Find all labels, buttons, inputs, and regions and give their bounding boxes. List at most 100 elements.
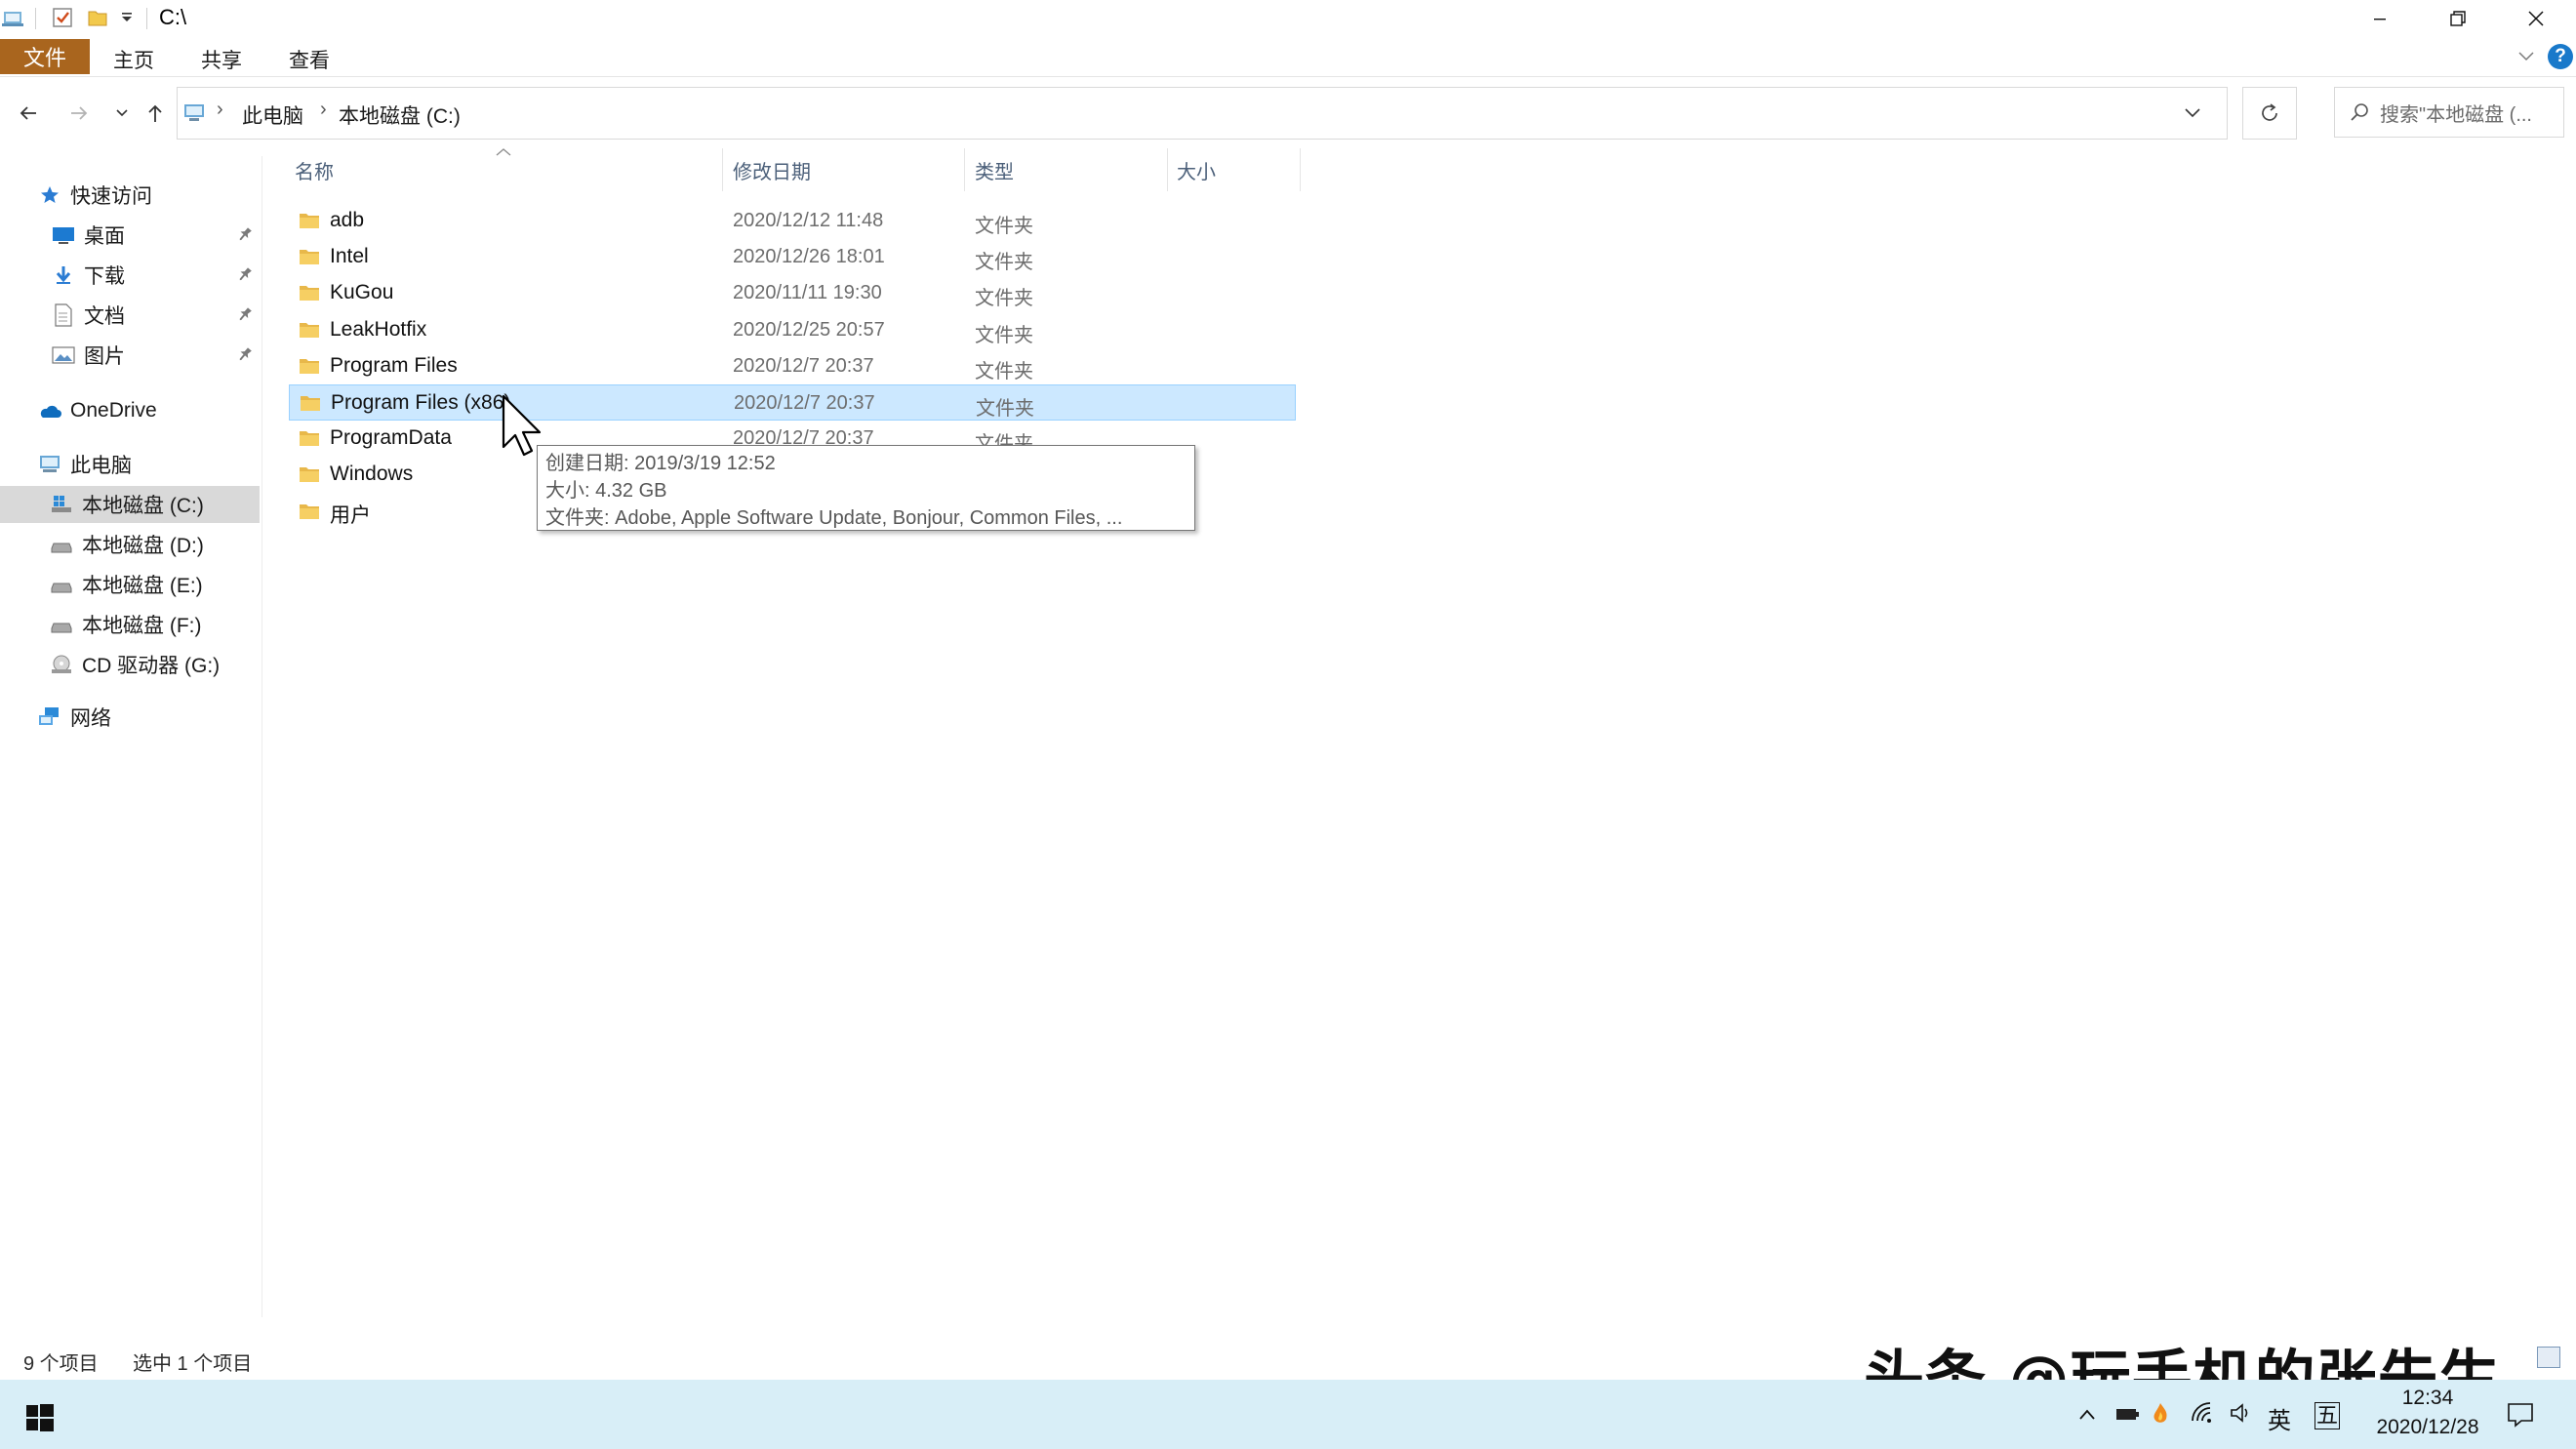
nav-drive-g[interactable]: CD 驱动器 (G:) [0,646,260,683]
forward-button[interactable] [64,94,94,133]
nav-desktop[interactable]: 桌面 [0,217,260,254]
taskbar: 英 五 [0,1380,2576,1449]
ribbon-tab-bar: 文件 主页 共享 查看 [0,37,2576,77]
computer-icon [37,453,62,476]
back-button[interactable] [14,94,43,133]
windows-start-icon[interactable] [25,1403,55,1432]
wifi-icon[interactable] [2190,1401,2215,1425]
column-header-type[interactable]: 类型 [975,156,1014,184]
minimize-button[interactable] [2342,0,2418,37]
nav-this-pc[interactable]: 此电脑 [0,446,260,483]
tab-home[interactable]: 主页 [113,45,154,74]
file-name: LeakHotfix [330,317,427,341]
nav-documents[interactable]: 文档 [0,297,260,334]
file-type: 文件夹 [975,360,1033,382]
pin-icon[interactable] [236,345,254,363]
tooltip-size: 大小: 4.32 GB [545,480,667,502]
file-row[interactable]: Intel 2020/12/26 18:01 文件夹 [289,239,1296,275]
tab-view[interactable]: 查看 [289,45,330,74]
folder-info-tooltip: 创建日期: 2019/3/19 12:52 大小: 4.32 GB 文件夹: A… [537,445,1195,531]
folder-icon [299,464,320,484]
breadcrumb-local-disk-c[interactable]: 本地磁盘 (C:) [339,101,461,130]
file-type: 文件夹 [976,398,1034,420]
hard-drive-icon [49,573,74,596]
nav-drive-d[interactable]: 本地磁盘 (D:) [0,526,260,563]
column-header-size[interactable]: 大小 [1177,156,1216,184]
column-divider[interactable] [1300,148,1301,191]
ime-language-indicator[interactable]: 英 [2268,1401,2291,1435]
pin-icon[interactable] [236,265,254,283]
mouse-pointer-icon [502,394,544,459]
nav-pictures[interactable]: 图片 [0,337,260,374]
recent-locations-chevron-icon[interactable] [107,94,137,133]
nav-label: 网络 [70,707,111,730]
file-row[interactable]: Program Files (x86) 2020/12/7 20:37 文件夹 [289,384,1296,421]
column-divider[interactable] [1167,148,1168,191]
address-history-chevron-icon[interactable] [2182,101,2203,123]
nav-downloads[interactable]: 下载 [0,257,260,294]
nav-drive-c[interactable]: 本地磁盘 (C:) [0,486,260,523]
customize-qat-chevron-icon[interactable] [115,6,139,29]
search-box[interactable]: 搜索"本地磁盘 (... [2334,87,2564,138]
nav-label: 本地磁盘 (C:) [82,495,204,517]
nav-label: 此电脑 [70,455,132,477]
volume-icon[interactable] [2229,1401,2254,1425]
nav-drive-f[interactable]: 本地磁盘 (F:) [0,606,260,643]
clock-date: 2020/12/28 [2376,1416,2479,1438]
ime-mode-indicator[interactable]: 五 [2314,1402,2340,1429]
folder-icon [299,428,320,448]
desktop-icon [51,223,76,247]
nav-quick-access[interactable]: 快速访问 [0,177,260,214]
battery-icon[interactable] [2113,1403,2141,1425]
cloud-icon [37,399,62,423]
tab-file[interactable]: 文件 [0,39,90,74]
pin-icon[interactable] [236,225,254,243]
column-header-name[interactable]: 名称 [295,156,334,184]
show-hidden-icons-chevron-icon[interactable] [2076,1407,2098,1423]
file-type: 文件夹 [975,324,1033,346]
windows-drive-icon [49,493,74,516]
file-row[interactable]: Program Files 2020/12/7 20:37 文件夹 [289,348,1296,384]
file-name: 用户 [330,503,371,527]
column-header-date[interactable]: 修改日期 [733,156,811,184]
expand-ribbon-chevron-icon[interactable] [2516,45,2537,66]
breadcrumb-this-pc[interactable]: 此电脑 [242,101,303,130]
file-row[interactable]: LeakHotfix 2020/12/25 20:57 文件夹 [289,312,1296,348]
nav-label: 下载 [84,265,125,288]
properties-checkbox-icon[interactable] [51,6,74,29]
nav-drive-e[interactable]: 本地磁盘 (E:) [0,566,260,603]
explorer-app-icon[interactable] [2,6,25,29]
hard-drive-icon [49,533,74,556]
new-folder-icon[interactable] [86,6,109,29]
file-name: Program Files [330,353,458,377]
security-flame-icon[interactable] [2149,1401,2172,1427]
file-type: 文件夹 [975,288,1033,310]
help-button[interactable]: ? [2548,44,2573,69]
file-name: ProgramData [330,426,452,450]
file-row[interactable]: adb 2020/12/12 11:48 文件夹 [289,203,1296,239]
nav-onedrive[interactable]: OneDrive [0,392,260,429]
restore-button[interactable] [2420,0,2496,37]
folder-icon [299,502,320,521]
close-button[interactable] [2498,0,2574,37]
up-button[interactable] [141,94,170,133]
address-bar[interactable]: › 此电脑 › 本地磁盘 (C:) [177,87,2228,140]
file-type: 文件夹 [975,216,1033,237]
details-view-icon[interactable] [2537,1347,2560,1368]
notification-center-icon[interactable] [2506,1401,2535,1429]
nav-network[interactable]: 网络 [0,699,260,736]
tab-share[interactable]: 共享 [201,45,242,74]
taskbar-clock[interactable]: 12:34 2020/12/28 [2359,1384,2496,1442]
status-item-count: 9 个项目 [23,1353,99,1375]
tooltip-created: 创建日期: 2019/3/19 12:52 [545,453,776,474]
column-divider[interactable] [722,148,723,191]
file-date: 2020/11/11 19:30 [733,282,882,304]
column-divider[interactable] [964,148,965,191]
nav-label: 图片 [84,345,125,368]
picture-icon [51,343,76,367]
nav-label: 本地磁盘 (F:) [82,615,202,637]
refresh-button[interactable] [2242,87,2297,140]
search-placeholder: 搜索"本地磁盘 (... [2380,103,2532,126]
file-row[interactable]: KuGou 2020/11/11 19:30 文件夹 [289,275,1296,311]
pin-icon[interactable] [236,305,254,323]
